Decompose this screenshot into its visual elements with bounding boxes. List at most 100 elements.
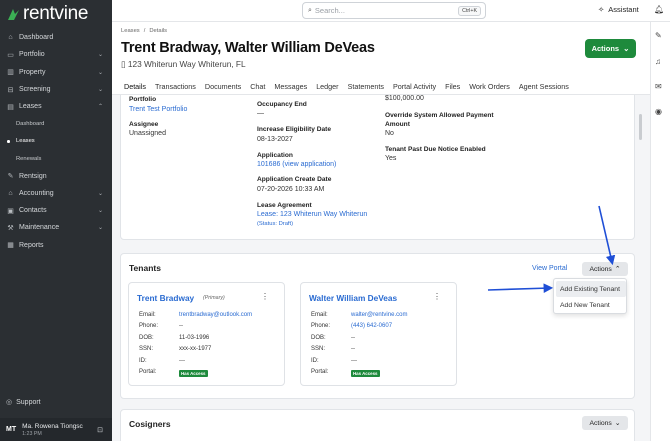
- tab-messages[interactable]: Messages: [270, 79, 312, 96]
- email-value[interactable]: trentbradway@outlook.com: [179, 312, 252, 318]
- dob-label: DOB:: [139, 335, 154, 341]
- chevron-down-icon: ⌄: [97, 52, 103, 59]
- menu-item-add-existing-tenant[interactable]: Add Existing Tenant: [556, 281, 626, 297]
- scrollbar-thumb[interactable]: [639, 114, 642, 140]
- user-info: Ma. Rowena Tiongsc 1:23 PM: [22, 423, 83, 437]
- dob-label: DOB:: [311, 335, 326, 341]
- sidebar-item-reports[interactable]: ▦ Reports: [0, 237, 112, 254]
- sidebar-item-portfolio[interactable]: ▭ Portfolio ⌄: [0, 46, 112, 63]
- sidebar-subitem-renewals[interactable]: Renewals: [0, 150, 112, 167]
- tab-transactions[interactable]: Transactions: [151, 79, 201, 96]
- main-content[interactable]: Portfolio Trent Test Portfolio Assignee …: [112, 95, 650, 441]
- sidebar-item-property[interactable]: ▥ Property ⌄: [0, 64, 112, 81]
- sidebar-item-screening[interactable]: ⊟ Screening ⌄: [0, 81, 112, 98]
- property-address[interactable]: ▯ 123 Whiterun Way Whiterun, FL: [121, 59, 246, 69]
- menu-item-add-new-tenant[interactable]: Add New Tenant: [556, 297, 626, 313]
- top-bar: ⌕ Ctrl+K ✧ Assistant 🔔︎: [112, 0, 670, 22]
- assignee-value: Unassigned: [129, 130, 166, 137]
- sidebar-subitem-leases[interactable]: Leases: [0, 133, 112, 150]
- chevron-down-icon: ⌄: [614, 420, 621, 427]
- edit-note-icon[interactable]: ✎: [655, 31, 662, 40]
- occupancy-end-label: Occupancy End: [257, 101, 307, 108]
- sidebar-item-rentsign[interactable]: ✎ Rentsign: [0, 167, 112, 184]
- search-box[interactable]: ⌕ Ctrl+K: [302, 2, 486, 19]
- actions-label: Actions: [589, 419, 612, 427]
- bell-icon[interactable]: ♫: [655, 57, 661, 66]
- actions-label: Actions: [589, 265, 612, 273]
- help-icon: ◎: [6, 399, 13, 406]
- sidebar-subitem-label: Renewals: [16, 155, 42, 162]
- tab-files[interactable]: Files: [441, 79, 465, 96]
- actions-button[interactable]: Actions ⌄: [585, 39, 636, 58]
- sidebar-item-leases[interactable]: ▤ Leases ⌃: [0, 98, 112, 115]
- brand-name: rentvine: [23, 3, 89, 24]
- chevron-down-icon: ⌄: [97, 225, 103, 232]
- chevron-up-icon: ⌃: [97, 104, 103, 111]
- chevron-down-icon: ⌄: [97, 207, 103, 214]
- chevron-down-icon: ⌄: [97, 86, 103, 93]
- assistant-label: Assistant: [608, 5, 639, 14]
- tenant-card: Trent Bradway (Primary) ⋮ Email: trentbra…: [128, 282, 285, 386]
- override-label: Override System Allowed Payment: [385, 112, 494, 119]
- sidebar-item-label: Accounting: [19, 189, 54, 197]
- logout-icon[interactable]: ⊡: [97, 426, 103, 434]
- tab-portal-activity[interactable]: Portal Activity: [389, 79, 441, 96]
- tab-details[interactable]: Details: [120, 79, 151, 97]
- user-menu[interactable]: MT Ma. Rowena Tiongsc 1:23 PM ⊡: [0, 418, 112, 441]
- phone-label: Phone:: [311, 323, 331, 329]
- sparkle-icon: ✧: [598, 5, 605, 14]
- portfolio-link[interactable]: Trent Test Portfolio: [129, 106, 187, 113]
- lease-agreement-link[interactable]: Lease: 123 Whiterun Way Whiterun: [257, 211, 367, 218]
- brand-logo[interactable]: rentvine: [7, 3, 89, 25]
- ssn-label: SSN:: [311, 346, 326, 352]
- contacts-icon: ▣: [7, 207, 14, 215]
- breadcrumb-leases[interactable]: Leases: [121, 28, 140, 34]
- tab-ledger[interactable]: Ledger: [312, 79, 343, 96]
- chevron-down-icon[interactable]: ⌄: [345, 44, 353, 55]
- mail-icon[interactable]: ✉: [655, 82, 662, 91]
- tenant-name-link[interactable]: Walter William DeVeas: [309, 293, 397, 303]
- amount-value: $100,000.00: [385, 95, 424, 102]
- tenants-actions-button[interactable]: Actions ⌃: [582, 262, 628, 276]
- email-label: Email:: [311, 312, 328, 318]
- id-value: ---: [351, 358, 357, 364]
- tab-agent-sessions[interactable]: Agent Sessions: [515, 79, 574, 96]
- sidebar-item-label: Support: [16, 398, 41, 406]
- folder-icon: ▭: [7, 51, 14, 59]
- sidebar-item-contacts[interactable]: ▣ Contacts ⌄: [0, 202, 112, 219]
- sidebar-subitem-lease-dashboard[interactable]: Dashboard: [0, 115, 112, 132]
- user-time: 1:23 PM: [22, 430, 42, 437]
- sidebar-item-label: Dashboard: [19, 34, 54, 42]
- override-value: No: [385, 130, 394, 137]
- past-due-value: Yes: [385, 155, 397, 162]
- eye-icon[interactable]: ◉: [655, 107, 662, 116]
- tenant-name-link[interactable]: Trent Bradway: [137, 293, 194, 303]
- avatar: MT: [6, 426, 17, 433]
- search-input[interactable]: [314, 6, 435, 15]
- sidebar-item-accounting[interactable]: ⌂ Accounting ⌄: [0, 185, 112, 202]
- breadcrumb-details: Details: [149, 28, 168, 34]
- tab-documents[interactable]: Documents: [201, 79, 246, 96]
- kebab-menu-icon[interactable]: ⋮: [433, 292, 441, 301]
- tab-chat[interactable]: Chat: [246, 79, 270, 96]
- email-label: Email:: [139, 312, 156, 318]
- application-link[interactable]: 101686 (view application): [257, 161, 336, 168]
- id-label: ID:: [311, 358, 319, 364]
- phone-value[interactable]: (443) 642-0607: [351, 323, 392, 329]
- assistant-button[interactable]: ✧ Assistant: [598, 5, 639, 14]
- sidebar-item-label: Leases: [19, 103, 42, 111]
- breadcrumb-separator: /: [143, 28, 146, 34]
- view-portal-button[interactable]: View Portal: [532, 265, 567, 272]
- sidebar-item-dashboard[interactable]: ⌂ Dashboard: [0, 29, 112, 46]
- tab-work-orders[interactable]: Work Orders: [465, 79, 515, 96]
- bank-icon: ⌂: [8, 189, 13, 197]
- tab-statements[interactable]: Statements: [344, 79, 389, 96]
- wrench-icon: ⚒: [7, 224, 14, 232]
- details-card: Portfolio Trent Test Portfolio Assignee …: [120, 95, 635, 240]
- email-value[interactable]: walter@rentvine.com: [351, 312, 407, 318]
- sidebar-item-maintenance[interactable]: ⚒ Maintenance ⌄: [0, 219, 112, 236]
- sidebar-item-support[interactable]: ◎ Support: [6, 398, 41, 407]
- notification-bell-icon[interactable]: 🔔︎: [654, 5, 664, 14]
- cosigners-actions-button[interactable]: Actions ⌄: [582, 416, 628, 430]
- kebab-menu-icon[interactable]: ⋮: [261, 292, 269, 301]
